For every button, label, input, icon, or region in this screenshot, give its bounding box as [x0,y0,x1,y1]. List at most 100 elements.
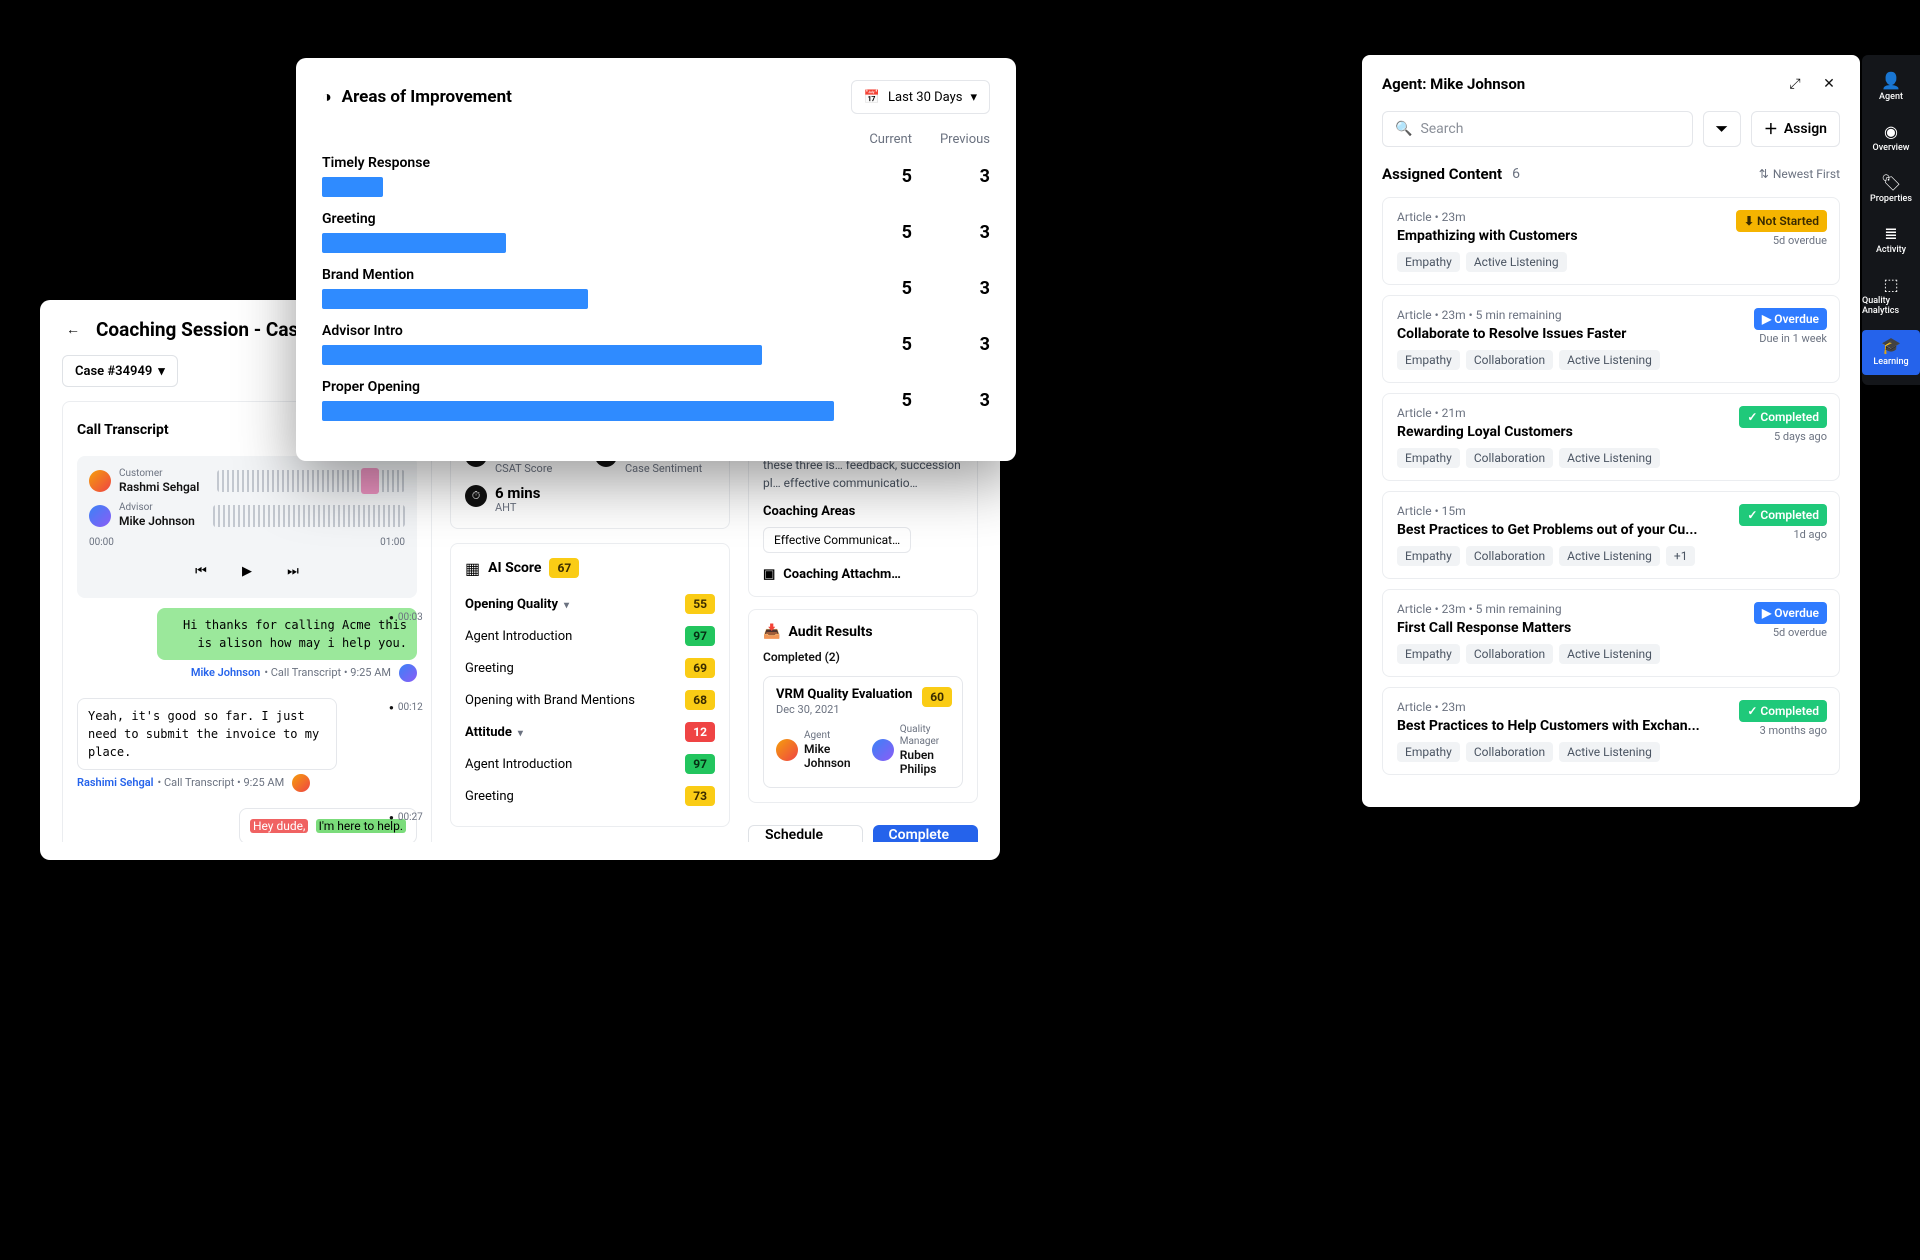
ai-subscore-name: Agent Introduction [465,757,572,772]
play-button[interactable]: ▶ [233,558,261,586]
due-label: 1d ago [1793,528,1827,541]
message-meta: Mike Johnson • Call Transcript • 9:25 AM [77,664,417,682]
search-icon: 🔍 [1395,121,1412,137]
prev-button[interactable]: ⏮ [187,558,215,586]
ai-subscore-row: Greeting 69 [465,652,715,684]
close-icon[interactable]: ✕ [1818,73,1840,95]
transcript-message: 00:03 Hi thanks for calling Acme this is… [77,608,417,682]
sidenav-item-label: Overview [1873,143,1910,153]
card-title: First Call Response Matters [1397,620,1717,636]
chevron-down-icon: ▾ [158,364,165,379]
ai-subscore-name: Greeting [465,661,514,676]
ai-subscore-row: Agent Introduction 97 [465,620,715,652]
back-button[interactable]: ← [62,319,84,341]
ai-score-panel: ▦ AI Score 67 Opening Quality▾ 55 Agent … [450,543,730,827]
message-meta: Rashimi Sehgal • Call Transcript • 9:25 … [77,774,417,792]
sidenav-item-overview[interactable]: ◉Overview [1862,116,1920,161]
ai-group-score: 12 [685,722,715,742]
ai-group-name: Attitude [465,725,512,740]
content-tag: Active Listening [1559,350,1660,370]
metric-label: Greeting [322,211,834,227]
schedule-followup-button[interactable]: Schedule Follow-Up [748,825,863,842]
assigned-content-card[interactable]: Article • 23m Empathizing with Customers… [1382,197,1840,285]
assigned-content-card[interactable]: Article • 23m Best Practices to Help Cus… [1382,687,1840,775]
assigned-content-card[interactable]: Article • 21m Rewarding Loyal Customers … [1382,393,1840,481]
sort-select[interactable]: ⇅Newest First [1759,167,1840,181]
customer-name: Rashmi Sehgal [119,480,199,494]
search-input[interactable]: 🔍 Search [1382,111,1693,147]
improvement-row: Brand Mention 5 3 [322,267,990,309]
metric-current: 5 [852,222,912,243]
card-title: Best Practices to Help Customers with Ex… [1397,718,1717,734]
ai-subscore-value: 68 [685,690,715,710]
filter-icon: ⏷ [1715,119,1728,139]
assigned-content-card[interactable]: Article • 23m • 5 min remaining First Ca… [1382,589,1840,677]
sidenav-item-quality[interactable]: ⬚Quality Analytics [1862,269,1920,324]
learning-icon: 🎓 [1881,338,1901,354]
content-tag: Collaboration [1466,742,1553,762]
status-badge: ✓ Completed [1739,700,1827,722]
due-label: 5d overdue [1773,626,1827,639]
waveform-advisor[interactable] [213,505,405,527]
stat-label: AHT [495,501,540,514]
assign-button[interactable]: ＋Assign [1751,111,1840,147]
ai-group-header[interactable]: Opening Quality▾ 55 [465,588,715,620]
expand-icon[interactable]: ⤢ [1784,73,1806,95]
stat-icon: ⏱ [465,485,487,507]
ai-subscore-value: 69 [685,658,715,678]
metric-current: 5 [852,278,912,299]
assigned-content-card[interactable]: Article • 23m • 5 min remaining Collabor… [1382,295,1840,383]
date-range-label: Last 30 Days [888,90,962,105]
ai-subscore-name: Agent Introduction [465,629,572,644]
content-tag: Empathy [1397,742,1460,762]
avatar [399,664,417,682]
agent-panel: Agent: Mike Johnson ⤢ ✕ 🔍 Search ⏷ ＋Assi… [1362,55,1860,807]
coaching-area-chip[interactable]: Effective Communicat… [763,527,911,553]
content-tag: Active Listening [1559,448,1660,468]
ai-group-header[interactable]: Attitude▾ 12 [465,716,715,748]
complete-session-button[interactable]: Complete Session [873,825,978,842]
avatar [89,505,111,527]
stat-label: CSAT Score [495,462,552,475]
metric-current: 5 [852,334,912,355]
filter-button[interactable]: ⏷ [1703,111,1741,147]
ai-subscore-value: 97 [685,754,715,774]
advisor-role: Advisor [119,502,153,513]
sidenav-item-agent[interactable]: 👤 Agent [1862,65,1920,110]
sidenav-item-label: Agent [1879,92,1903,102]
card-title: Empathizing with Customers [1397,228,1717,244]
metric-current: 5 [852,390,912,411]
status-badge: ✓ Completed [1739,504,1827,526]
ai-subscore-name: Greeting [465,789,514,804]
audit-row[interactable]: VRM Quality Evaluation Dec 30, 2021 60 A… [763,676,963,788]
assigned-content-card[interactable]: Article • 15m Best Practices to Get Prob… [1382,491,1840,579]
waveform-customer[interactable] [217,470,405,492]
coaching-areas-title: Coaching Areas [763,504,855,519]
avatar [776,739,798,761]
audit-completed-label: Completed (2) [763,648,963,666]
improvement-panel: ◑ Areas of Improvement 📅 Last 30 Days ▾ … [296,58,1016,461]
content-tag: Active Listening [1466,252,1567,272]
message-author[interactable]: Rashimi Sehgal [77,776,154,789]
agent-icon: 👤 [1881,73,1901,89]
time-end: 01:00 [380,537,405,548]
improvement-title: Areas of Improvement [342,87,841,107]
metric-label: Timely Response [322,155,834,171]
ai-group-score: 55 [685,594,715,614]
sidenav-item-label: Properties [1870,194,1912,204]
plus-icon: ＋ [1764,119,1778,139]
message-bubble: Yeah, it's good so far. I just need to s… [77,698,337,770]
time-start: 00:00 [89,537,114,548]
sidenav-item-activity[interactable]: ≣Activity [1862,218,1920,263]
right-sidenav: 👤 Agent ◉Overview 🏷Properties ≣Activity ⬚… [1862,55,1920,385]
metric-label: Brand Mention [322,267,834,283]
message-author[interactable]: Mike Johnson [191,666,261,679]
sidenav-item-learning[interactable]: 🎓Learning [1862,330,1920,375]
chevron-down-icon: ▾ [564,600,569,611]
next-button[interactable]: ⏭ [279,558,307,586]
content-tag: Collaboration [1466,546,1553,566]
date-range-select[interactable]: 📅 Last 30 Days ▾ [851,80,990,114]
sidenav-item-properties[interactable]: 🏷Properties [1862,167,1920,212]
case-select[interactable]: Case #34949▾ [62,355,178,387]
ai-subscore-row: Opening with Brand Mentions 68 [465,684,715,716]
